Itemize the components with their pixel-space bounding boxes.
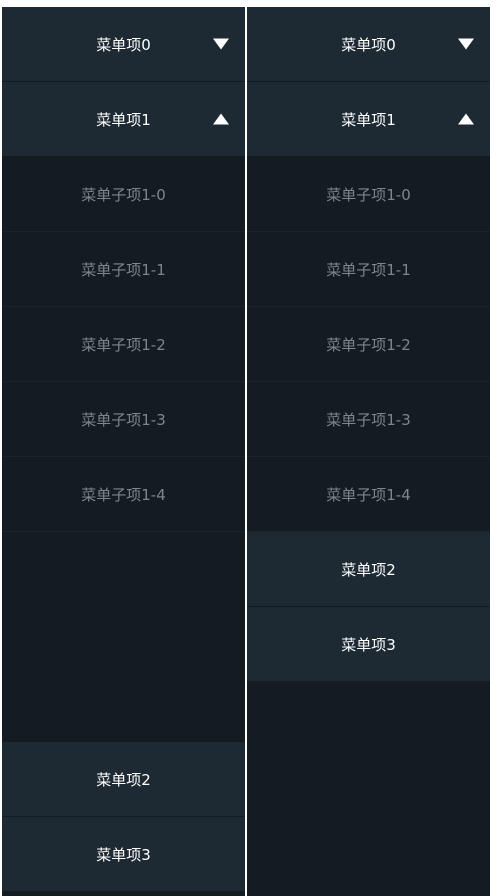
menu-item-label: 菜单项2 xyxy=(341,560,396,579)
triangle-up-icon xyxy=(213,113,229,125)
left-submenu-item-1-1[interactable]: 菜单子项1-1 xyxy=(2,232,245,307)
right-menu-item-3[interactable]: 菜单项3 xyxy=(247,607,490,682)
left-menu-item-1[interactable]: 菜单项1 xyxy=(2,82,245,157)
right-submenu-item-1-2[interactable]: 菜单子项1-2 xyxy=(247,307,490,382)
submenu-item-label: 菜单子项1-0 xyxy=(81,185,166,204)
right-submenu-item-1-3[interactable]: 菜单子项1-3 xyxy=(247,382,490,457)
submenu-item-label: 菜单子项1-1 xyxy=(326,260,411,279)
triangle-down-icon xyxy=(458,38,474,50)
menu-item-label: 菜单项0 xyxy=(341,35,396,54)
right-accordion-menu: 菜单项0 菜单项1 菜单子项1-0 菜单子项1-1 菜单子项1-2 菜单子项1-… xyxy=(247,7,490,896)
menu-spacer xyxy=(2,532,245,742)
submenu-item-label: 菜单子项1-1 xyxy=(81,260,166,279)
right-submenu-item-1-0[interactable]: 菜单子项1-0 xyxy=(247,157,490,232)
left-menu-item-3[interactable]: 菜单项3 xyxy=(2,817,245,892)
right-submenu-item-1-4[interactable]: 菜单子项1-4 xyxy=(247,457,490,532)
submenu-item-label: 菜单子项1-4 xyxy=(326,485,411,504)
submenu-item-label: 菜单子项1-0 xyxy=(326,185,411,204)
triangle-up-icon xyxy=(458,113,474,125)
left-menu-item-0[interactable]: 菜单项0 xyxy=(2,7,245,82)
right-menu-item-1[interactable]: 菜单项1 xyxy=(247,82,490,157)
left-submenu-item-1-3[interactable]: 菜单子项1-3 xyxy=(2,382,245,457)
menu-item-label: 菜单项0 xyxy=(96,35,151,54)
submenu-item-label: 菜单子项1-3 xyxy=(81,410,166,429)
left-submenu-item-1-0[interactable]: 菜单子项1-0 xyxy=(2,157,245,232)
triangle-down-icon xyxy=(213,38,229,50)
right-menu-item-0[interactable]: 菜单项0 xyxy=(247,7,490,82)
right-submenu-item-1-1[interactable]: 菜单子项1-1 xyxy=(247,232,490,307)
submenu-item-label: 菜单子项1-2 xyxy=(326,335,411,354)
submenu-item-label: 菜单子项1-4 xyxy=(81,485,166,504)
left-menu-item-2[interactable]: 菜单项2 xyxy=(2,742,245,817)
menu-item-label: 菜单项3 xyxy=(96,845,151,864)
menu-item-label: 菜单项2 xyxy=(96,770,151,789)
menu-item-label: 菜单项3 xyxy=(341,635,396,654)
menu-item-label: 菜单项1 xyxy=(96,110,151,129)
submenu-item-label: 菜单子项1-3 xyxy=(326,410,411,429)
left-accordion-menu: 菜单项0 菜单项1 菜单子项1-0 菜单子项1-1 菜单子项1-2 菜单子项1-… xyxy=(2,7,245,896)
menu-item-label: 菜单项1 xyxy=(341,110,396,129)
left-submenu-item-1-4[interactable]: 菜单子项1-4 xyxy=(2,457,245,532)
submenu-item-label: 菜单子项1-2 xyxy=(81,335,166,354)
left-submenu-item-1-2[interactable]: 菜单子项1-2 xyxy=(2,307,245,382)
right-menu-item-2[interactable]: 菜单项2 xyxy=(247,532,490,607)
